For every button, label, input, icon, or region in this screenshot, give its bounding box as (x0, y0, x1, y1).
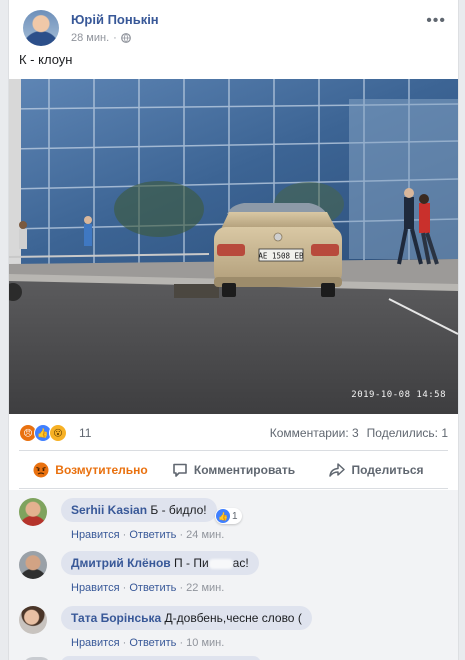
post-card: Юрій Понькін 28 мин. · ••• К - клоун АЕ … (8, 0, 459, 660)
comment-reactions[interactable]: 👍 1 (215, 508, 242, 524)
comment-bubble: Serhii Kasian Б - бидло! (61, 498, 217, 522)
comment-button[interactable]: Комментировать (162, 455, 305, 485)
like-link[interactable]: Нравится (71, 529, 120, 541)
comment-actions: Нравится · Ответить · 24 мин. (71, 529, 224, 541)
post-time[interactable]: 28 мин. (71, 32, 109, 44)
shares-count[interactable]: Поделились: 1 (367, 426, 448, 440)
reaction-count[interactable]: 11 (79, 426, 91, 440)
comment: Serhii Kasian Б - бидло! 👍 1 Нравится · … (19, 494, 448, 544)
censored-text (208, 558, 233, 569)
post-header: Юрій Понькін 28 мин. · ••• (19, 8, 448, 48)
action-bar: Возмутительно Комментировать Поделиться (19, 455, 448, 485)
commenter-name[interactable]: Тата Борінська (71, 611, 161, 625)
photo-illustration: АЕ 1508 ЕВ (9, 79, 458, 414)
post-photo[interactable]: АЕ 1508 ЕВ 2019-10-08 14:58 (9, 79, 458, 414)
comment-time[interactable]: 24 мин. (186, 529, 224, 541)
separator: · (179, 637, 184, 649)
separator: · (179, 529, 184, 541)
react-button[interactable]: Возмутительно (19, 455, 162, 485)
separator: · (122, 529, 127, 541)
comment-bubble: Дмитрий Клёнов П - Пи ас! (61, 551, 259, 575)
separator: · (113, 32, 117, 44)
comment-text: Д-довбень,чесне слово ( (164, 611, 302, 625)
comment: Тата Борінська Д-довбень,чесне слово ( Н… (19, 602, 448, 652)
comment-text-end: ас! (232, 556, 249, 570)
wow-reaction-icon: 😮 (49, 424, 67, 442)
separator: · (179, 582, 184, 594)
react-label: Возмутительно (55, 463, 148, 477)
reply-link[interactable]: Ответить (129, 582, 176, 594)
next-comment-bubble (61, 656, 261, 660)
commenter-avatar[interactable] (19, 551, 47, 579)
comment-time[interactable]: 10 мин. (186, 637, 224, 649)
commenter-name[interactable]: Serhii Kasian (71, 503, 147, 517)
divider (19, 450, 448, 451)
post-meta: 28 мин. · (71, 32, 131, 44)
author-avatar[interactable] (23, 10, 59, 46)
like-reaction-icon: 👍 (216, 509, 230, 523)
post-text: К - клоун (19, 52, 73, 67)
like-link[interactable]: Нравится (71, 637, 120, 649)
post-counts: Комментарии: 3 Поделились: 1 (270, 426, 448, 440)
comment-actions: Нравится · Ответить · 22 мин. (71, 582, 224, 594)
more-options-icon[interactable]: ••• (426, 12, 446, 30)
comment-time[interactable]: 22 мин. (186, 582, 224, 594)
like-link[interactable]: Нравится (71, 582, 120, 594)
comment-icon (172, 462, 188, 478)
commenter-name[interactable]: Дмитрий Клёнов (71, 556, 171, 570)
separator: · (122, 637, 127, 649)
comment-bubble: Тата Борінська Д-довбень,чесне слово ( (61, 606, 312, 630)
comments-count[interactable]: Комментарии: 3 (270, 426, 359, 440)
author-name[interactable]: Юрій Понькін (71, 12, 159, 27)
photo-timestamp: 2019-10-08 14:58 (351, 390, 446, 400)
divider (19, 488, 448, 489)
comment-text: Б - бидло! (150, 503, 207, 517)
reply-link[interactable]: Ответить (129, 637, 176, 649)
commenter-avatar[interactable] (19, 498, 47, 526)
share-button[interactable]: Поделиться (305, 455, 448, 485)
comment-text: П - Пи (174, 556, 209, 570)
commenter-avatar[interactable] (19, 606, 47, 634)
comment-label: Комментировать (193, 463, 296, 477)
share-label: Поделиться (351, 463, 424, 477)
share-icon (329, 462, 346, 478)
reaction-icons[interactable]: 😠 👍 😮 (19, 424, 67, 442)
separator: · (122, 582, 127, 594)
reaction-summary: 😠 👍 😮 11 Комментарии: 3 Поделились: 1 (19, 424, 448, 444)
reply-link[interactable]: Ответить (129, 529, 176, 541)
comment-actions: Нравится · Ответить · 10 мин. (71, 637, 224, 649)
comment: Дмитрий Клёнов П - Пи ас! Нравится · Отве… (19, 547, 448, 597)
comments-section: Serhii Kasian Б - бидло! 👍 1 Нравится · … (9, 490, 458, 660)
comment-reaction-count: 1 (232, 510, 238, 522)
globe-icon (120, 33, 131, 43)
angry-reaction-icon (33, 462, 49, 478)
license-plate: АЕ 1508 ЕВ (258, 252, 304, 261)
